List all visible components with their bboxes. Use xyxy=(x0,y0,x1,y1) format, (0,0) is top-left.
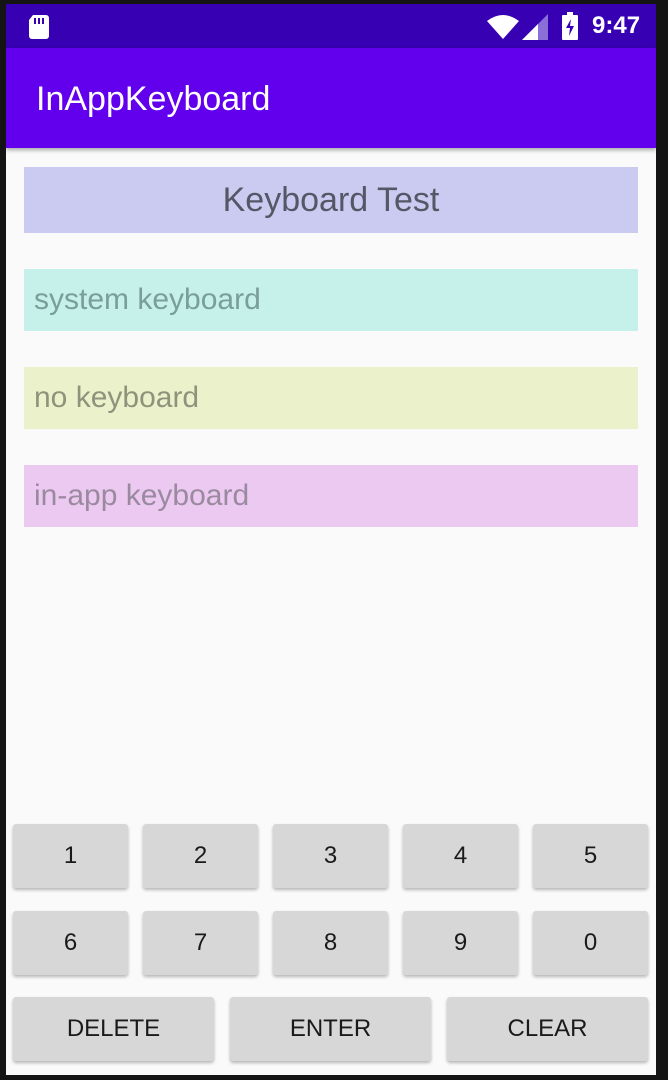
clear-key[interactable]: CLEAR xyxy=(447,997,648,1061)
no-keyboard-field[interactable]: no keyboard xyxy=(24,367,638,429)
screen: 9:47 InAppKeyboard Keyboard Test system … xyxy=(6,4,656,1075)
key-0[interactable]: 0 xyxy=(533,911,648,975)
system-keyboard-field[interactable]: system keyboard xyxy=(24,269,638,331)
key-3[interactable]: 3 xyxy=(273,824,388,888)
delete-key[interactable]: DELETE xyxy=(13,997,214,1061)
wifi-icon xyxy=(487,15,519,39)
key-1[interactable]: 1 xyxy=(13,824,128,888)
keyboard-test-title: Keyboard Test xyxy=(24,167,638,233)
app-bar: InAppKeyboard xyxy=(6,48,656,148)
signal-icon xyxy=(522,14,548,40)
key-9[interactable]: 9 xyxy=(403,911,518,975)
key-5[interactable]: 5 xyxy=(533,824,648,888)
battery-charging-icon xyxy=(562,12,578,40)
status-time: 9:47 xyxy=(592,12,641,39)
key-4[interactable]: 4 xyxy=(403,824,518,888)
enter-key[interactable]: ENTER xyxy=(230,997,431,1061)
in-app-keyboard-field[interactable]: in-app keyboard xyxy=(24,465,638,527)
sd-card-icon xyxy=(29,15,49,39)
key-2[interactable]: 2 xyxy=(143,824,258,888)
key-7[interactable]: 7 xyxy=(143,911,258,975)
status-bar: 9:47 xyxy=(6,4,656,48)
key-6[interactable]: 6 xyxy=(13,911,128,975)
key-8[interactable]: 8 xyxy=(273,911,388,975)
device-frame: 9:47 InAppKeyboard Keyboard Test system … xyxy=(0,0,668,1080)
app-title: InAppKeyboard xyxy=(36,80,271,118)
